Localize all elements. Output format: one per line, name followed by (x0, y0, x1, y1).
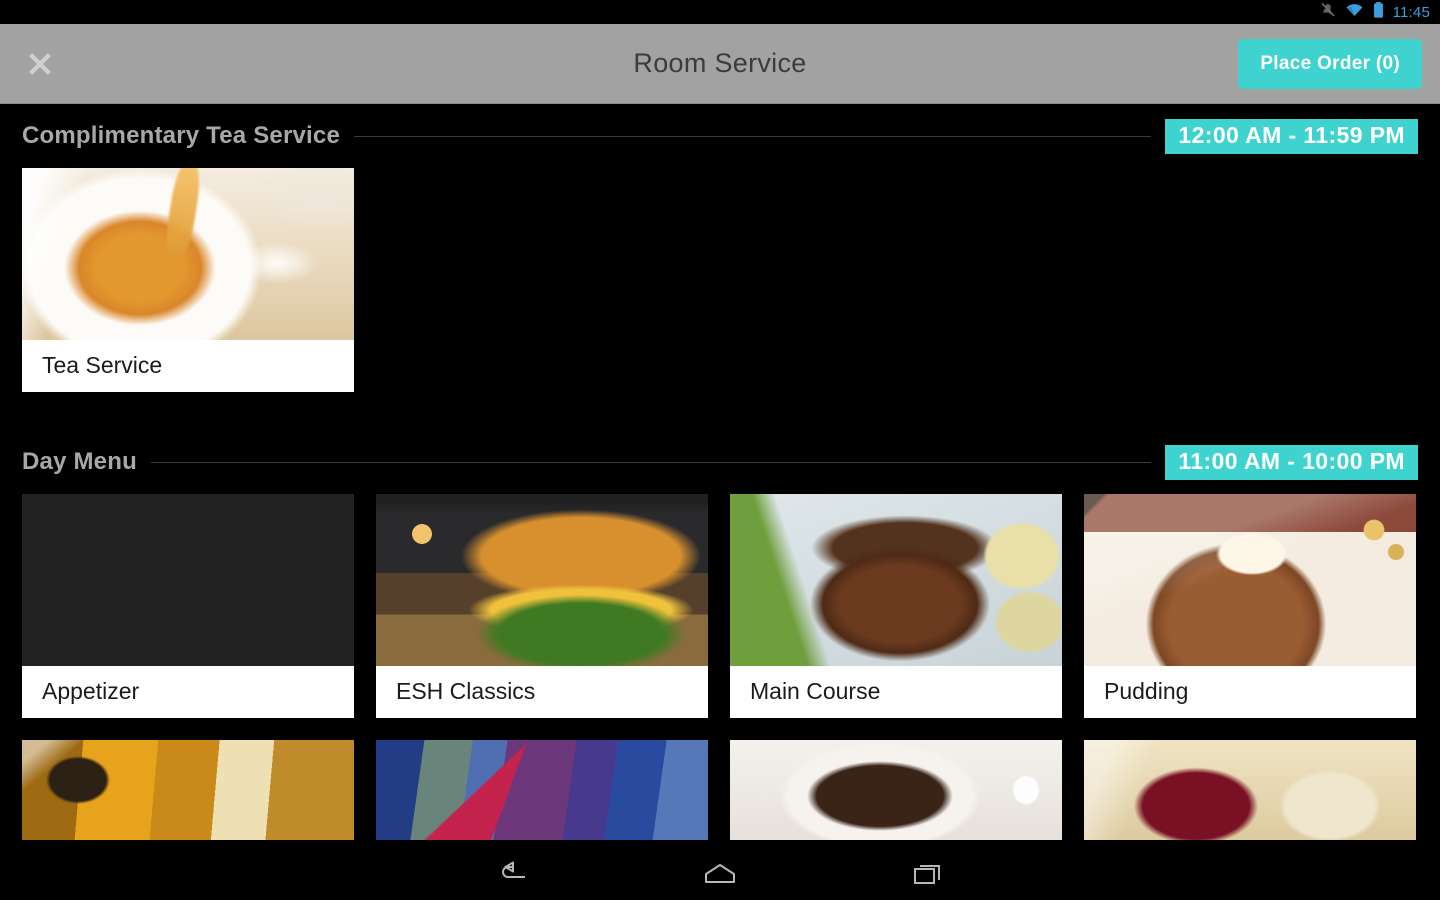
menu-content[interactable]: Complimentary Tea Service 12:00 AM - 11:… (0, 104, 1440, 848)
menu-card-label: Main Course (730, 666, 1062, 718)
menu-card-wine[interactable] (1084, 740, 1416, 840)
menu-card-pudding[interactable]: Pudding (1084, 494, 1416, 718)
esh-classics-image (376, 494, 708, 666)
cocktails-image (376, 740, 708, 840)
menu-card-label: Appetizer (22, 666, 354, 718)
menu-card-label: Pudding (1084, 666, 1416, 718)
status-time: 11:45 (1392, 3, 1430, 21)
menu-card-esh-classics[interactable]: ESH Classics (376, 494, 708, 718)
card-grid-day-menu-row2 (22, 740, 1418, 840)
section-divider (354, 135, 1152, 137)
menu-card-coffee[interactable] (730, 740, 1062, 840)
menu-card-main-course[interactable]: Main Course (730, 494, 1062, 718)
wifi-icon (1345, 2, 1364, 22)
section-header-tea: Complimentary Tea Service 12:00 AM - 11:… (22, 104, 1418, 168)
home-icon[interactable] (692, 854, 748, 894)
card-grid-tea: Tea Service (22, 168, 1418, 392)
section-title: Day Menu (22, 448, 137, 475)
section-header-day-menu: Day Menu 11:00 AM - 10:00 PM (22, 430, 1418, 494)
wine-image (1084, 740, 1416, 840)
section-hours-badge: 12:00 AM - 11:59 PM (1165, 118, 1418, 154)
back-icon[interactable] (484, 854, 540, 894)
appetizer-image (22, 494, 354, 666)
silent-mode-icon (1320, 2, 1336, 23)
menu-card-label: Tea Service (22, 340, 354, 392)
soft-drinks-image (22, 740, 354, 840)
recents-icon[interactable] (900, 854, 956, 894)
section-hours-badge: 11:00 AM - 10:00 PM (1165, 444, 1418, 480)
app-header: Room Service Place Order (0) (0, 24, 1440, 104)
page-title: Room Service (633, 48, 807, 78)
main-course-image (730, 494, 1062, 666)
section-divider (150, 461, 1152, 463)
battery-icon (1373, 1, 1384, 23)
menu-card-cocktails[interactable] (376, 740, 708, 840)
menu-card-soft-drinks[interactable] (22, 740, 354, 840)
menu-card-label: ESH Classics (376, 666, 708, 718)
status-bar: 11:45 (0, 0, 1440, 24)
card-grid-day-menu: Appetizer ESH Classics Main Course Puddi… (22, 494, 1418, 718)
android-navigation-bar (0, 848, 1440, 900)
menu-card-tea-service[interactable]: Tea Service (22, 168, 354, 392)
section-title: Complimentary Tea Service (22, 122, 341, 149)
tea-service-image (22, 168, 354, 340)
place-order-button[interactable]: Place Order (0) (1238, 38, 1422, 89)
pudding-image (1084, 494, 1416, 666)
coffee-image (730, 740, 1062, 840)
close-icon[interactable] (22, 46, 58, 82)
menu-card-appetizer[interactable]: Appetizer (22, 494, 354, 718)
